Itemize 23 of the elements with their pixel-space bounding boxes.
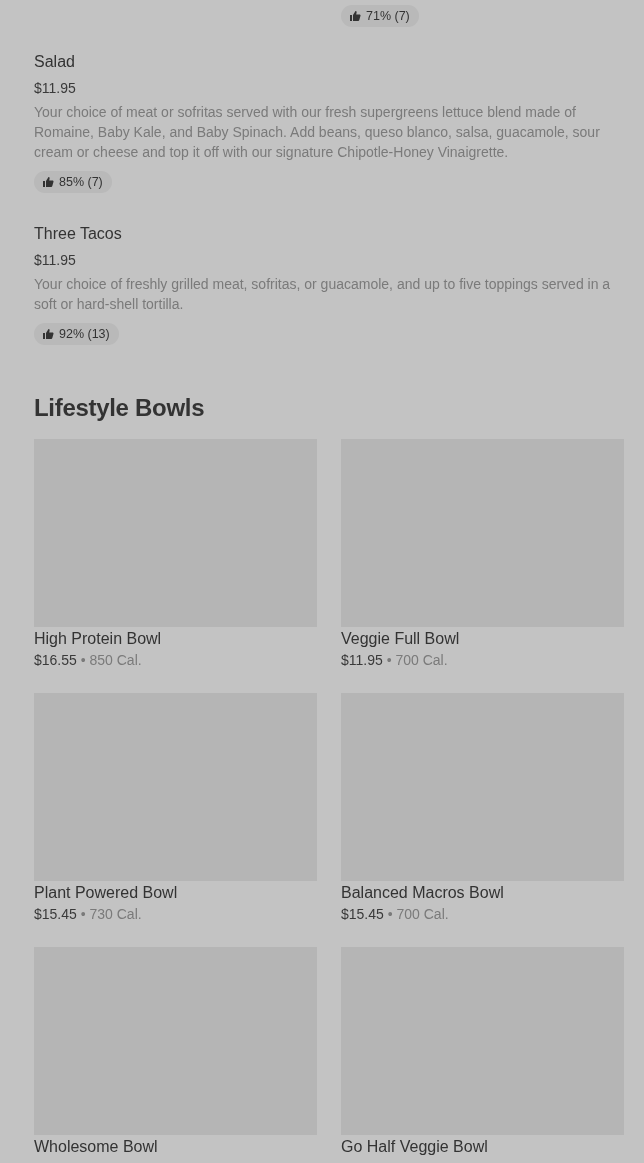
card-title[interactable]: Balanced Macros Bowl <box>341 883 624 903</box>
rating-badge: 71% (7) <box>341 5 419 27</box>
card-title[interactable]: Plant Powered Bowl <box>34 883 317 903</box>
rating-badge: 85% (7) <box>34 171 112 193</box>
card-title[interactable]: Veggie Full Bowl <box>341 629 624 649</box>
item-name: Salad <box>34 52 76 72</box>
thumbs-up-icon <box>42 328 54 340</box>
price-calories: $15.45 • 700 Cal. <box>341 905 450 924</box>
price-calories: $16.55 • 850 Cal. <box>34 651 143 670</box>
thumbs-up-icon <box>349 10 361 22</box>
thumbs-up-icon <box>42 176 54 188</box>
card-title[interactable]: High Protein Bowl <box>34 629 317 649</box>
rating-badge: 92% (13) <box>34 323 119 345</box>
item-description: Your choice of meat or sofritas served with our fresh supergreens lettuce blend made of Romaine, Baby Kale, and Baby Spinach. Add beans, queso blanco, salsa, guacamole, sour cream or cheese and top it off with our signature Chipotle-Honey Vinaigrette. <box>34 103 601 162</box>
section-heading: Lifestyle Bowls <box>34 393 206 423</box>
card-title[interactable]: Wholesome Bowl <box>34 1137 317 1157</box>
item-price: $11.95 <box>34 251 77 270</box>
card-title[interactable]: Go Half Veggie Bowl <box>341 1137 624 1157</box>
item-name: Three Tacos <box>34 224 123 244</box>
price-calories: $15.45 • 730 Cal. <box>34 905 143 924</box>
item-description: Your choice of freshly grilled meat, sofritas, or guacamole, and up to five toppings served in a soft or hard-shell tortilla. <box>34 275 612 314</box>
item-price: $11.95 <box>34 79 77 98</box>
price-calories: $11.95 • 700 Cal. <box>341 651 449 670</box>
